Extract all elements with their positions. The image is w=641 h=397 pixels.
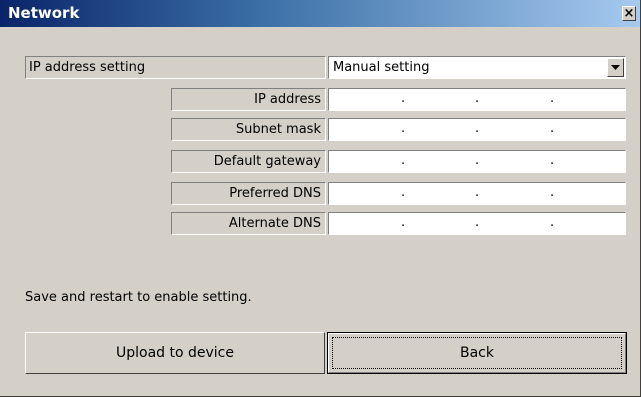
ip-address-input[interactable]: . . .: [328, 88, 626, 111]
title-bar[interactable]: Network ×: [0, 0, 640, 27]
subnet-mask-input[interactable]: . . .: [328, 118, 626, 141]
network-dialog: Network × IP address setting Manual sett…: [0, 0, 641, 397]
octet-separator: .: [550, 153, 555, 168]
back-button-label: Back: [460, 345, 494, 361]
preferred-dns-input[interactable]: . . .: [328, 182, 626, 205]
chevron-down-icon: [611, 65, 620, 70]
octet-separator: .: [401, 185, 406, 200]
preferred-dns-label: Preferred DNS: [171, 182, 326, 205]
octet-separator: .: [550, 185, 555, 200]
status-message: Save and restart to enable setting.: [25, 290, 252, 305]
back-button[interactable]: Back: [327, 332, 627, 374]
octet-separator: .: [475, 185, 480, 200]
ip-address-setting-label: IP address setting: [25, 56, 326, 79]
default-gateway-label: Default gateway: [171, 150, 326, 173]
octet-separator: .: [475, 215, 480, 230]
ip-address-setting-value: Manual setting: [333, 60, 430, 75]
ip-address-setting-select[interactable]: Manual setting: [328, 56, 626, 79]
octet-separator: .: [550, 91, 555, 106]
default-gateway-input[interactable]: . . .: [328, 150, 626, 173]
window-title: Network: [8, 4, 80, 22]
upload-button-label: Upload to device: [116, 345, 234, 361]
octet-separator: .: [401, 91, 406, 106]
octet-separator: .: [550, 215, 555, 230]
close-icon: ×: [623, 6, 635, 21]
close-button[interactable]: ×: [622, 6, 636, 21]
subnet-mask-label: Subnet mask: [171, 118, 326, 141]
octet-separator: .: [475, 91, 480, 106]
octet-separator: .: [550, 121, 555, 136]
upload-to-device-button[interactable]: Upload to device: [25, 332, 325, 374]
dropdown-arrow-button[interactable]: [607, 58, 624, 77]
octet-separator: .: [401, 215, 406, 230]
octet-separator: .: [475, 153, 480, 168]
octet-separator: .: [475, 121, 480, 136]
octet-separator: .: [401, 153, 406, 168]
alternate-dns-input[interactable]: . . .: [328, 212, 626, 235]
alternate-dns-label: Alternate DNS: [171, 212, 326, 235]
octet-separator: .: [401, 121, 406, 136]
ip-address-label: IP address: [171, 88, 326, 111]
